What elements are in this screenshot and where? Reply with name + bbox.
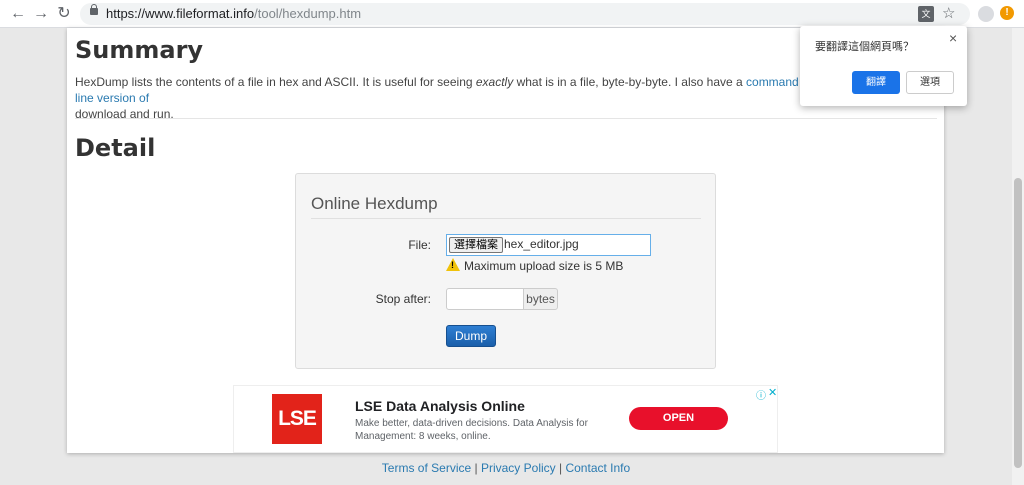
summary-emphasis: exactly	[475, 75, 514, 89]
reload-icon[interactable]: ↻	[54, 4, 74, 24]
ad-open-button[interactable]: OPEN	[629, 407, 728, 430]
hexdump-form: Online Hexdump File: 選擇檔案 hex_editor.jpg…	[295, 173, 716, 369]
terms-link[interactable]: Terms of Service	[382, 461, 471, 475]
file-label: File:	[408, 238, 431, 252]
bytes-unit: bytes	[523, 288, 558, 310]
forward-icon[interactable]: →	[31, 4, 51, 24]
summary-text-part: what is in a file, byte-by-byte. I also …	[513, 75, 747, 89]
back-icon[interactable]: ←	[8, 4, 28, 24]
choose-file-button[interactable]: 選擇檔案	[449, 237, 503, 253]
lock-icon[interactable]	[90, 4, 98, 15]
ad-description: Make better, data-driven decisions. Data…	[355, 418, 588, 442]
upload-limit-text: Maximum upload size is 5 MB	[464, 259, 624, 273]
ad-close-icon[interactable]: ✕	[768, 386, 777, 399]
detail-heading: Detail	[75, 134, 156, 162]
star-icon[interactable]: ☆	[942, 4, 955, 22]
stop-after-input[interactable]	[446, 288, 524, 310]
file-name: hex_editor.jpg	[504, 237, 579, 251]
file-input[interactable]: 選擇檔案 hex_editor.jpg	[446, 234, 651, 256]
divider	[75, 118, 937, 119]
warning-icon	[446, 258, 460, 271]
summary-heading: Summary	[75, 36, 204, 64]
advertisement[interactable]: LSE LSE Data Analysis Online Make better…	[233, 385, 778, 453]
translate-question: 要翻譯這個網頁嗎？	[815, 41, 914, 53]
url-text[interactable]: https://www.fileformat.info/tool/hexdump…	[106, 6, 361, 21]
form-title: Online Hexdump	[311, 194, 438, 213]
dump-button[interactable]: Dump	[446, 325, 496, 347]
scrollbar[interactable]	[1012, 28, 1024, 485]
summary-text: HexDump lists the contents of a file in …	[75, 74, 815, 122]
ad-title[interactable]: LSE Data Analysis Online	[355, 398, 525, 414]
translate-button[interactable]: 翻譯	[852, 71, 900, 94]
footer: Terms of Service | Privacy Policy | Cont…	[0, 461, 1012, 475]
form-divider	[311, 218, 701, 219]
contact-link[interactable]: Contact Info	[565, 461, 630, 475]
footer-separator: |	[559, 461, 563, 475]
address-bar[interactable]: https://www.fileformat.info/tool/hexdump…	[80, 3, 970, 25]
stop-after-label: Stop after:	[375, 292, 431, 306]
url-path: /tool/hexdump.htm	[254, 6, 362, 21]
profile-icon[interactable]	[978, 6, 994, 22]
lse-logo[interactable]: LSE	[272, 394, 322, 444]
scroll-thumb[interactable]	[1014, 178, 1022, 468]
translate-icon[interactable]: 文	[918, 6, 934, 22]
extension-icon[interactable]: !	[1000, 6, 1014, 20]
browser-toolbar: ← → ↻ https://www.fileformat.info/tool/h…	[0, 0, 1024, 28]
url-host: https://www.fileformat.info	[106, 6, 255, 21]
options-button[interactable]: 選項	[906, 71, 954, 94]
translate-popup: 要翻譯這個網頁嗎？ × 翻譯 選項	[800, 26, 967, 106]
summary-text-part: HexDump lists the contents of a file in …	[75, 75, 476, 89]
close-icon[interactable]: ×	[949, 30, 957, 46]
footer-separator: |	[474, 461, 478, 475]
privacy-link[interactable]: Privacy Policy	[481, 461, 556, 475]
ad-info-icon[interactable]: ⓘ	[756, 387, 766, 402]
